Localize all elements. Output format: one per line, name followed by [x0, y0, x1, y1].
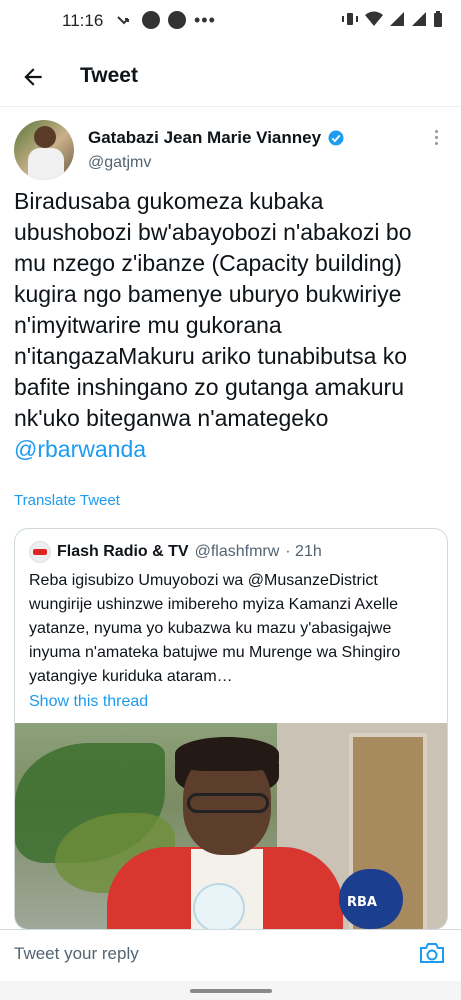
back-arrow-icon[interactable] — [20, 64, 46, 90]
author-name-row[interactable]: Gatabazi Jean Marie Vianney — [88, 128, 345, 148]
status-time: 11:16 — [62, 11, 104, 30]
battery-icon — [434, 11, 442, 27]
quoted-text: Reba igisubizo Umuyobozi wa @MusanzeDist… — [29, 572, 401, 685]
author-handle[interactable]: @gatjmv — [88, 154, 151, 172]
avatar-face — [34, 126, 56, 148]
author-name: Gatabazi Jean Marie Vianney — [88, 128, 322, 147]
missed-call-icon — [117, 16, 129, 25]
page-title: Tweet — [80, 64, 138, 87]
signal-icon — [390, 12, 404, 26]
avatar[interactable] — [14, 120, 74, 180]
reply-input[interactable]: Tweet your reply — [14, 944, 139, 964]
wifi-icon — [365, 11, 383, 26]
media-rba-microphone: RBA — [339, 869, 403, 929]
tweet-body: Biradusaba gukomeza kubaka ubushobozi bw… — [14, 188, 412, 431]
rba-label: RBA — [347, 895, 377, 910]
tweet-text: Biradusaba gukomeza kubaka ubushobozi bw… — [14, 186, 444, 465]
notification-icons: ••• — [116, 11, 216, 29]
quoted-author-handle: @flashfmrw — [194, 543, 280, 560]
more-notifications-icon: ••• — [194, 10, 216, 30]
media-glasses — [187, 793, 269, 813]
top-app-bar: Tweet — [0, 50, 461, 107]
system-nav-bar — [0, 981, 461, 1000]
chrome-icon — [168, 11, 186, 29]
mention-link[interactable]: @rbarwanda — [14, 436, 146, 462]
quoted-header: Flash Radio & TV @flashfmrw · 21h — [29, 541, 322, 563]
home-gesture-handle[interactable] — [190, 989, 272, 993]
reply-bar: Tweet your reply — [0, 929, 461, 982]
quoted-time: · 21h — [285, 543, 322, 560]
signal-2-icon — [412, 12, 426, 26]
flash-radio-logo-icon — [29, 541, 51, 563]
quoted-tweet[interactable]: Flash Radio & TV @flashfmrw · 21h Reba i… — [14, 528, 448, 930]
quoted-author-name: Flash Radio & TV — [57, 543, 189, 560]
whatsapp-icon — [142, 11, 160, 29]
avatar-body — [28, 148, 64, 180]
camera-icon[interactable] — [419, 942, 445, 964]
more-options-icon[interactable] — [428, 130, 444, 150]
translate-tweet-link[interactable]: Translate Tweet — [14, 492, 120, 509]
verified-badge-icon — [328, 130, 344, 146]
status-bar: 11:16 ••• — [0, 0, 461, 42]
vibrate-icon — [342, 13, 358, 25]
media-microphone — [193, 883, 245, 929]
media-hair-top — [175, 737, 279, 771]
quoted-media-image[interactable]: RBA — [15, 723, 447, 929]
system-icons — [341, 11, 443, 27]
show-thread-link[interactable]: Show this thread — [29, 693, 148, 711]
